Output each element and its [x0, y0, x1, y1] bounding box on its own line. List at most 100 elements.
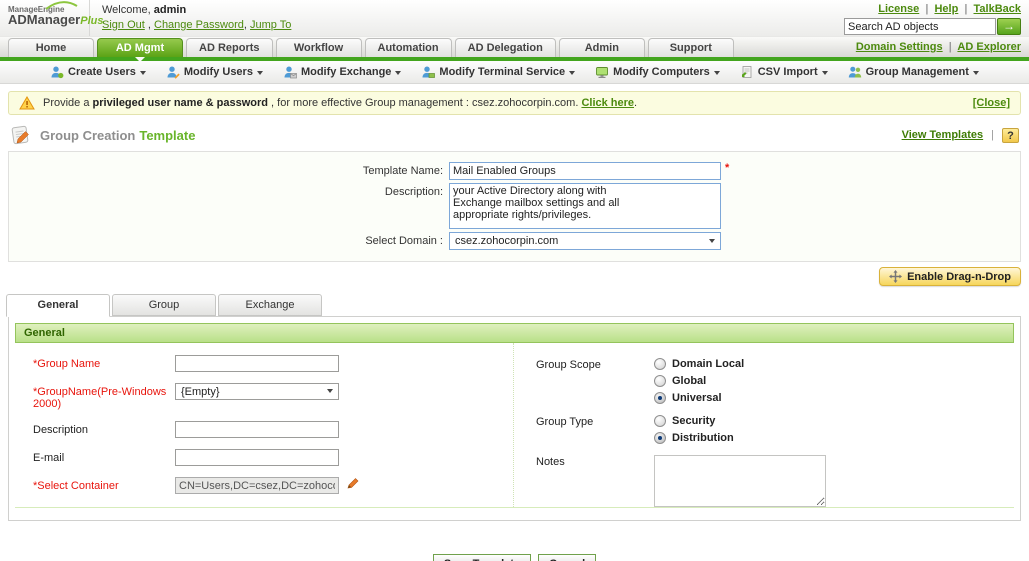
tab-ad-delegation[interactable]: AD Delegation [455, 38, 556, 57]
page-title: Group CreationTemplate [40, 128, 195, 143]
tab-general[interactable]: General [6, 294, 110, 317]
click-here-link[interactable]: Click here [581, 97, 634, 109]
group-management-menu[interactable]: Group Management [848, 65, 979, 79]
email-input[interactable] [175, 449, 339, 466]
modify-computers-icon [595, 65, 609, 79]
radio-universal[interactable]: Universal [654, 392, 744, 404]
tab-ad-reports[interactable]: AD Reports [186, 38, 273, 57]
sign-out-link[interactable]: Sign Out [102, 19, 145, 31]
jump-to-link[interactable]: Jump To [250, 19, 291, 31]
modify-exchange-menu[interactable]: Modify Exchange [283, 65, 401, 79]
radio-icon [654, 375, 666, 387]
edit-pencil-icon[interactable] [345, 477, 360, 491]
tab-workflow[interactable]: Workflow [276, 38, 362, 57]
chevron-down-icon [327, 389, 333, 396]
view-templates-link[interactable]: View Templates [902, 129, 984, 141]
username: admin [154, 4, 186, 16]
move-icon [889, 270, 902, 283]
change-password-link[interactable]: Change Password [154, 19, 244, 31]
header-right: License | Help | TalkBack → [844, 0, 1029, 36]
radio-label: Domain Local [672, 358, 744, 370]
warning-text: Provide a privileged user name & passwor… [43, 97, 637, 109]
tab-admin[interactable]: Admin [559, 38, 645, 57]
radio-label: Security [672, 415, 715, 427]
chevron-down-icon [140, 71, 146, 78]
menu-label: Group Management [866, 66, 969, 78]
tab-group[interactable]: Group [112, 294, 216, 316]
separator: | [925, 3, 928, 15]
select-domain-label: Select Domain : [9, 232, 449, 247]
description-textarea[interactable]: your Active Directory along with Exchang… [449, 183, 721, 229]
modify-terminal-service-menu[interactable]: Modify Terminal Service [421, 65, 575, 79]
radio-label: Universal [672, 392, 722, 404]
chevron-down-icon [569, 71, 575, 78]
radio-domain-local[interactable]: Domain Local [654, 358, 744, 370]
cancel-button[interactable]: Cancel [538, 554, 596, 561]
tab-home[interactable]: Home [8, 38, 94, 57]
header: ManageEngine ADManagerPlus Welcome, admi… [0, 0, 1029, 36]
pre-windows-value: {Empty} [181, 386, 327, 398]
chevron-down-icon [822, 71, 828, 78]
select-container-input[interactable] [175, 477, 339, 494]
csv-import-menu[interactable]: CSV Import [740, 65, 828, 79]
menu-label: Modify Users [184, 66, 253, 78]
notepad-pencil-icon [10, 125, 32, 145]
general-section: General *Group Name *GroupName(Pre-Windo… [8, 316, 1021, 521]
modify-users-menu[interactable]: Modify Users [166, 65, 263, 79]
description-label: Description: [9, 183, 449, 198]
radio-distribution[interactable]: Distribution [654, 432, 734, 444]
chevron-down-icon [973, 71, 979, 78]
group-management-icon [848, 65, 862, 79]
enable-drag-n-drop-button[interactable]: Enable Drag-n-Drop [879, 267, 1021, 286]
manageengine-logo: ManageEngine ADManagerPlus [0, 0, 90, 36]
ad-explorer-link[interactable]: AD Explorer [957, 41, 1021, 53]
group-name-label: *Group Name [33, 355, 175, 370]
description-input[interactable] [175, 421, 339, 438]
create-users-menu[interactable]: Create Users [50, 65, 146, 79]
radio-icon [654, 358, 666, 370]
welcome-label: Welcome, [102, 4, 151, 16]
welcome-block: Welcome, admin Sign Out , Change Passwor… [90, 0, 291, 36]
banner-close-link[interactable]: [Close] [973, 97, 1010, 109]
notes-textarea[interactable] [654, 455, 826, 507]
description-field-label: Description [33, 421, 175, 436]
radio-security[interactable]: Security [654, 415, 734, 427]
template-form: Template Name: * Description: your Activ… [8, 151, 1021, 262]
search-go-button[interactable]: → [997, 18, 1021, 35]
radio-global[interactable]: Global [654, 375, 744, 387]
tab-ad-mgmt[interactable]: AD Mgmt [97, 38, 183, 57]
group-name-input[interactable] [175, 355, 339, 372]
modify-exchange-icon [283, 65, 297, 79]
create-users-icon [50, 65, 64, 79]
template-name-input[interactable] [449, 162, 721, 180]
help-link[interactable]: Help [934, 3, 958, 15]
help-button[interactable]: ? [1002, 128, 1019, 143]
separator: | [991, 129, 994, 141]
radio-selected-icon [654, 392, 666, 404]
tab-exchange[interactable]: Exchange [218, 294, 322, 316]
domain-settings-link[interactable]: Domain Settings [856, 41, 943, 53]
talkback-link[interactable]: TalkBack [974, 3, 1022, 15]
admanager-page: ManageEngine ADManagerPlus Welcome, admi… [0, 0, 1029, 561]
pre-windows-dropdown[interactable]: {Empty} [175, 383, 339, 400]
separator: | [949, 41, 952, 53]
modify-computers-menu[interactable]: Modify Computers [595, 65, 720, 79]
tab-automation[interactable]: Automation [365, 38, 452, 57]
logo-plus-text: Plus [80, 15, 103, 27]
search-input[interactable] [844, 18, 996, 35]
license-link[interactable]: License [878, 3, 919, 15]
radio-selected-icon [654, 432, 666, 444]
pre-windows-label: *GroupName(Pre-Windows 2000) [33, 383, 175, 410]
required-marker: * [725, 162, 729, 174]
tab-support[interactable]: Support [648, 38, 734, 57]
radio-label: Global [672, 375, 706, 387]
menu-label: Modify Exchange [301, 66, 391, 78]
save-template-button[interactable]: Save Template [433, 554, 531, 561]
modify-terminal-service-icon [421, 65, 435, 79]
menu-label: Create Users [68, 66, 136, 78]
radio-icon [654, 415, 666, 427]
footer-actions: Save Template Cancel [0, 554, 1029, 561]
separator: , [148, 19, 151, 31]
logo-product-text: ADManager [8, 12, 80, 27]
select-domain-dropdown[interactable]: csez.zohocorpin.com [449, 232, 721, 250]
